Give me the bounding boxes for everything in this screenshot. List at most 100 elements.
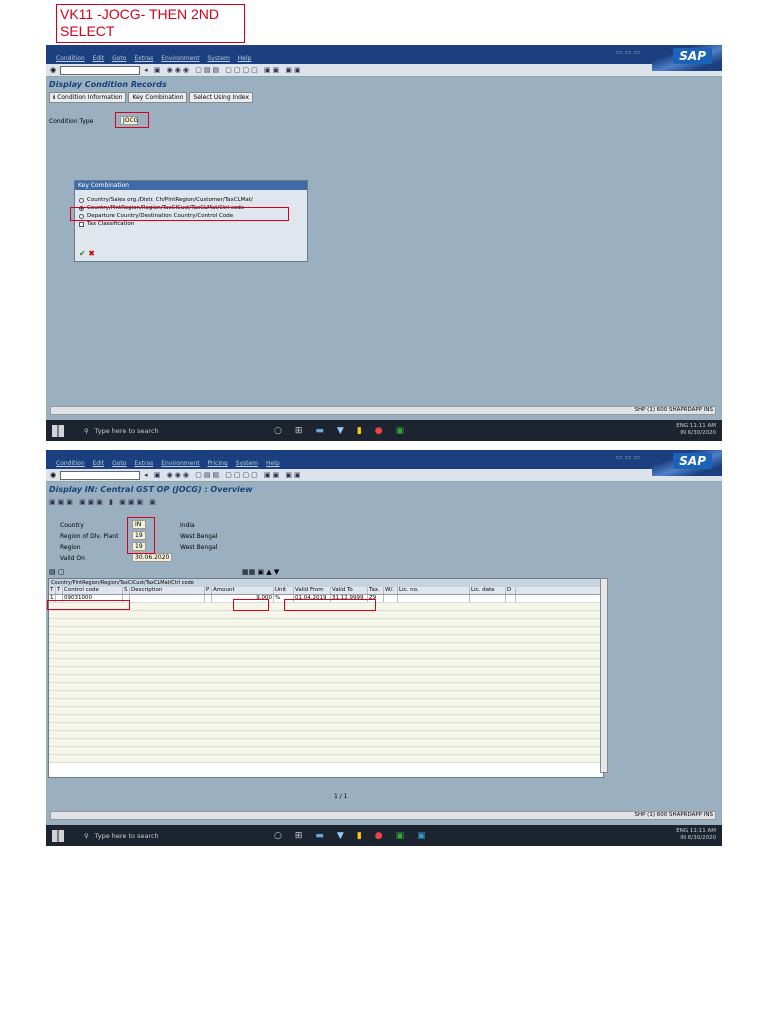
table-row-empty[interactable] (49, 699, 603, 707)
toolbar-icons[interactable]: ◂ ▣ ◉◉◉ ▢▤▤ ▢▢▢▢ ▣▣ ▣▣ (144, 471, 303, 479)
checkbox-icon[interactable] (79, 221, 84, 227)
col-p[interactable]: P (205, 587, 212, 594)
enter-icon[interactable]: ◉ (50, 66, 56, 74)
table-title: Country/PlntRegion/Region/TaxClCust/TaxC… (49, 579, 603, 587)
tray-region: IN (680, 835, 687, 841)
sap-logo: SAP (673, 453, 712, 469)
key-combination-dialog: Key Combination Country/Sales org./Distr… (74, 180, 308, 262)
tray-region: IN (680, 430, 687, 436)
menu-condition[interactable]: Condition (56, 460, 85, 467)
status-bar: SHP (1) 600 SHAPRDAPP INS (50, 811, 716, 820)
table-row-empty[interactable] (49, 755, 603, 763)
window-controls[interactable]: ▭ ▭ ▭ (616, 453, 640, 461)
menu-help[interactable]: Help (266, 460, 280, 467)
highlight-header-values (127, 517, 155, 554)
col-tax[interactable]: Tax. (368, 587, 384, 594)
highlight-amount (233, 599, 269, 611)
table-row-empty[interactable] (49, 747, 603, 755)
menu-edit[interactable]: Edit (93, 55, 105, 62)
key-combination-button[interactable]: Key Combination (128, 91, 188, 103)
col-s[interactable]: S (123, 587, 130, 594)
menu-extras[interactable]: Extras (134, 55, 153, 62)
menu-bar: Condition Edit Goto Extras Environment P… (46, 450, 722, 476)
option-sales-org[interactable]: Country/Sales org./Distr. Ch/PlntRegion/… (75, 196, 307, 204)
col-t1[interactable]: T (49, 587, 56, 594)
taskbar-search[interactable]: ⚲ Type here to search (76, 827, 236, 844)
table-row-empty[interactable] (49, 619, 603, 627)
dialog-footer: ✔ ✖ (79, 249, 95, 258)
col-amount[interactable]: Amount (212, 587, 274, 594)
condition-information-button[interactable]: ℹ Condition Information (49, 91, 127, 103)
window-controls[interactable]: ▭ ▭ ▭ (616, 48, 640, 56)
command-field[interactable] (60, 470, 141, 480)
menu-edit[interactable]: Edit (93, 460, 105, 467)
select-using-index-button[interactable]: Select Using Index (189, 91, 254, 103)
col-control-code[interactable]: Control code (63, 587, 123, 594)
table-row-empty[interactable] (49, 635, 603, 643)
table-row-empty[interactable] (49, 659, 603, 667)
col-unit[interactable]: Unit (274, 587, 294, 594)
grid-toolbar-left[interactable]: ▤ ▢ (49, 568, 64, 576)
menu-goto[interactable]: Goto (112, 55, 126, 62)
col-d[interactable]: D (506, 587, 516, 594)
grid-toolbar-icons[interactable]: ▦▦ ▣ ▲ ▼ (242, 568, 279, 576)
cancel-x-icon[interactable]: ✖ (88, 249, 95, 258)
taskbar-apps[interactable]: ○ ⊞ ▬ ▼ ▮ ● ▣ (274, 426, 404, 436)
table-row-empty[interactable] (49, 723, 603, 731)
taskbar-search[interactable]: ⚲ Type here to search (76, 422, 236, 439)
col-lic-no[interactable]: Lic. no. (398, 587, 470, 594)
system-tray: ENG 11:11 AM IN 6/30/2020 (676, 423, 716, 437)
application-toolbar: ℹ Condition Information Key Combination … (46, 91, 722, 103)
status-bar: SHP (1) 600 SHAPRDAPP INS (50, 406, 716, 415)
menu-environment[interactable]: Environment (161, 460, 199, 467)
table-row-empty[interactable] (49, 611, 603, 619)
page-indicator: 1 / 1 (334, 793, 348, 800)
taskbar-apps[interactable]: ○ ⊞ ▬ ▼ ▮ ● ▣ ▣ (274, 831, 426, 841)
table-row-empty[interactable] (49, 643, 603, 651)
col-w[interactable]: W/. (384, 587, 398, 594)
menu-condition[interactable]: Condition (56, 55, 85, 62)
confirm-check-icon[interactable]: ✔ (79, 249, 86, 258)
system-tray: ENG 11:11 AM IN 6/30/2020 (676, 828, 716, 842)
menu-pricing[interactable]: Pricing (208, 460, 228, 467)
col-valid-to[interactable]: Valid To (331, 587, 368, 594)
table-row-empty[interactable] (49, 691, 603, 699)
menu-environment[interactable]: Environment (161, 55, 199, 62)
table-row-empty[interactable] (49, 667, 603, 675)
menu-help[interactable]: Help (238, 55, 252, 62)
table-row-empty[interactable] (49, 715, 603, 723)
app-toolbar-icons[interactable]: ▣▣▣ ▣▣▣ ▮ ▣▣▣ ▣ (49, 498, 158, 506)
menu-extras[interactable]: Extras (134, 460, 153, 467)
table-row-empty[interactable] (49, 707, 603, 715)
radio-icon[interactable] (79, 197, 84, 203)
standard-toolbar: ◉ ◂ ▣ ◉◉◉ ▢▤▤ ▢▢▢▢ ▣▣ ▣▣ (46, 469, 722, 482)
enter-icon[interactable]: ◉ (50, 471, 56, 479)
windows-start-icon[interactable] (52, 829, 64, 842)
valid-on-field[interactable]: 30.06.2020 (132, 553, 172, 562)
col-description[interactable]: Description (130, 587, 205, 594)
col-lic-date[interactable]: Lic. date (470, 587, 506, 594)
menu-system[interactable]: System (236, 460, 258, 467)
option-tax-classification[interactable]: Tax Classification (75, 220, 307, 228)
windows-start-icon[interactable] (52, 424, 64, 437)
table-row-empty[interactable] (49, 627, 603, 635)
application-toolbar[interactable]: ▣▣▣ ▣▣▣ ▮ ▣▣▣ ▣ (46, 496, 722, 508)
col-t2[interactable]: T (56, 587, 63, 594)
plant-region-text: West Bengal (180, 533, 218, 540)
windows-taskbar: ⚲ Type here to search ○ ⊞ ▬ ▼ ▮ ● ▣ ENG 11:11 A… (46, 420, 722, 441)
system-status: SHP (1) 600 SHAPRDAPP INS (634, 812, 713, 818)
table-row-empty[interactable] (49, 731, 603, 739)
table-scrollbar[interactable] (600, 578, 608, 773)
table-row-empty[interactable] (49, 683, 603, 691)
toolbar-icons[interactable]: ◂ ▣ ◉◉◉ ▢▤▤ ▢▢▢▢ ▣▣ ▣▣ (144, 66, 303, 74)
menu-goto[interactable]: Goto (112, 460, 126, 467)
page-title: Display IN: Central GST OP (JOCG) : Over… (49, 485, 253, 494)
menu-bar: Condition Edit Goto Extras Environment S… (46, 45, 722, 71)
windows-taskbar: ⚲ Type here to search ○ ⊞ ▬ ▼ ▮ ● ▣ ▣ ENG 11:11 … (46, 825, 722, 846)
menu-system[interactable]: System (208, 55, 230, 62)
table-row-empty[interactable] (49, 651, 603, 659)
table-row-empty[interactable] (49, 739, 603, 747)
col-valid-from[interactable]: Valid From (294, 587, 331, 594)
table-row-empty[interactable] (49, 675, 603, 683)
command-field[interactable] (60, 65, 141, 75)
